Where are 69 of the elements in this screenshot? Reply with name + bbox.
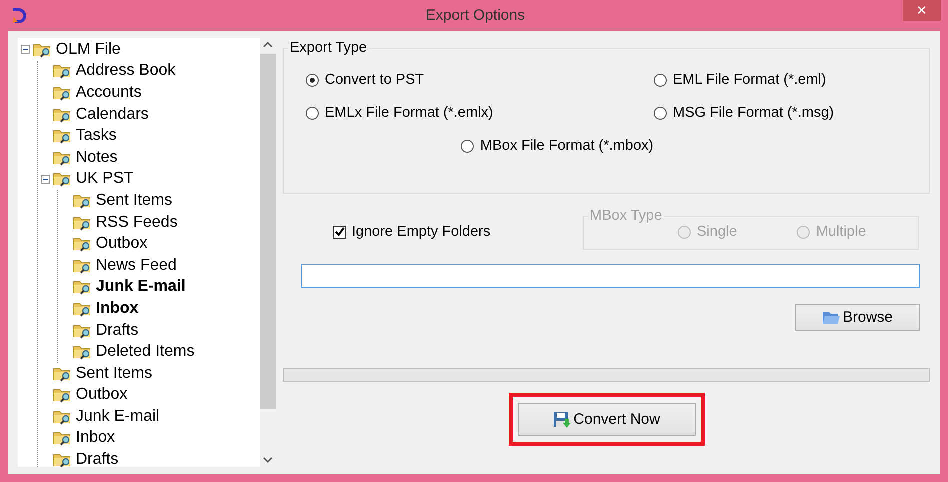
- radio-button[interactable]: [654, 74, 667, 86]
- folder-search-icon: [73, 258, 93, 274]
- tree-item[interactable]: Outbox: [76, 386, 128, 404]
- folder-search-icon: [53, 63, 73, 80]
- option-label: Single: [697, 224, 738, 240]
- tree-item[interactable]: Junk E-mail: [76, 408, 160, 426]
- option-label: Convert to PST: [325, 72, 424, 88]
- radio-option[interactable]: EMLx File Format (*.emlx): [306, 105, 654, 121]
- option-label: EMLx File Format (*.emlx): [325, 105, 494, 121]
- folder-search-icon: [53, 150, 73, 166]
- tree-item[interactable]: Tasks: [76, 127, 117, 146]
- folder-search-icon: [53, 430, 73, 446]
- collapse-icon[interactable]: [41, 174, 50, 184]
- tree-item[interactable]: Drafts: [76, 451, 119, 467]
- folder-search-icon: [53, 106, 73, 123]
- convert-button[interactable]: Convert Now: [518, 403, 696, 436]
- tree-item[interactable]: Notes: [76, 148, 118, 167]
- radio-button[interactable]: [654, 106, 667, 120]
- tree-item[interactable]: News Feed: [96, 256, 177, 275]
- tree-item[interactable]: UK PST: [76, 170, 134, 188]
- tree-item[interactable]: Deleted Items: [96, 343, 195, 362]
- folder-search-icon: [73, 192, 93, 209]
- radio-option[interactable]: MSG File Format (*.msg): [654, 105, 929, 121]
- radio-button[interactable]: [306, 74, 319, 86]
- folder-search-icon: [33, 42, 53, 58]
- checkbox[interactable]: [333, 226, 346, 238]
- tree-item[interactable]: Outbox: [96, 235, 148, 254]
- folder-search-icon: [53, 128, 73, 144]
- close-button[interactable]: ✕: [903, 0, 941, 21]
- window-title: Export Options: [424, 7, 526, 24]
- browse-button[interactable]: Browse: [795, 304, 920, 331]
- group-title: Export Type: [289, 40, 368, 56]
- tree-item[interactable]: Inbox: [96, 300, 139, 318]
- folder-search-icon: [73, 300, 93, 317]
- radio-option[interactable]: Convert to PST: [306, 72, 654, 88]
- option-label: MSG File Format (*.msg): [673, 105, 834, 121]
- tree-item[interactable]: Address Book: [76, 62, 176, 80]
- folder-search-icon: [53, 452, 73, 467]
- folder-icon: [822, 310, 840, 324]
- folder-search-icon: [73, 279, 93, 296]
- tree-item[interactable]: OLM File: [56, 40, 121, 59]
- tree-item[interactable]: Drafts: [96, 322, 139, 340]
- app-logo-icon: [10, 6, 28, 24]
- folder-search-icon: [73, 344, 93, 360]
- folder-search-icon: [73, 214, 93, 231]
- option-label: EML File Format (*.eml): [673, 72, 826, 88]
- folder-search-icon: [53, 84, 73, 101]
- checkbox-label: Ignore Empty Folders: [352, 224, 491, 240]
- option-label: Multiple: [816, 224, 866, 240]
- folder-search-icon: [73, 236, 93, 252]
- folder-search-icon: [53, 387, 73, 404]
- folder-search-icon: [53, 408, 73, 425]
- folder-search-icon: [73, 322, 93, 339]
- tree-item[interactable]: Sent Items: [76, 364, 152, 383]
- radio-button[interactable]: [306, 106, 319, 120]
- save-icon: [552, 410, 571, 428]
- radio-button[interactable]: [461, 140, 474, 152]
- output-path-field[interactable]: [301, 264, 920, 288]
- folder-search-icon: [53, 171, 73, 188]
- folder-search-icon: [53, 366, 73, 382]
- tree-item[interactable]: Sent Items: [96, 192, 172, 210]
- collapse-icon[interactable]: [21, 45, 30, 54]
- tree-item[interactable]: Inbox: [76, 429, 116, 448]
- tree-item[interactable]: Accounts: [76, 84, 142, 102]
- tree-item[interactable]: Junk E-mail: [96, 278, 186, 296]
- radio-option[interactable]: EML File Format (*.eml): [654, 72, 929, 88]
- group-title: MBox Type: [589, 208, 664, 224]
- tree-item[interactable]: RSS Feeds: [96, 214, 178, 232]
- tree-item[interactable]: Calendars: [76, 106, 149, 124]
